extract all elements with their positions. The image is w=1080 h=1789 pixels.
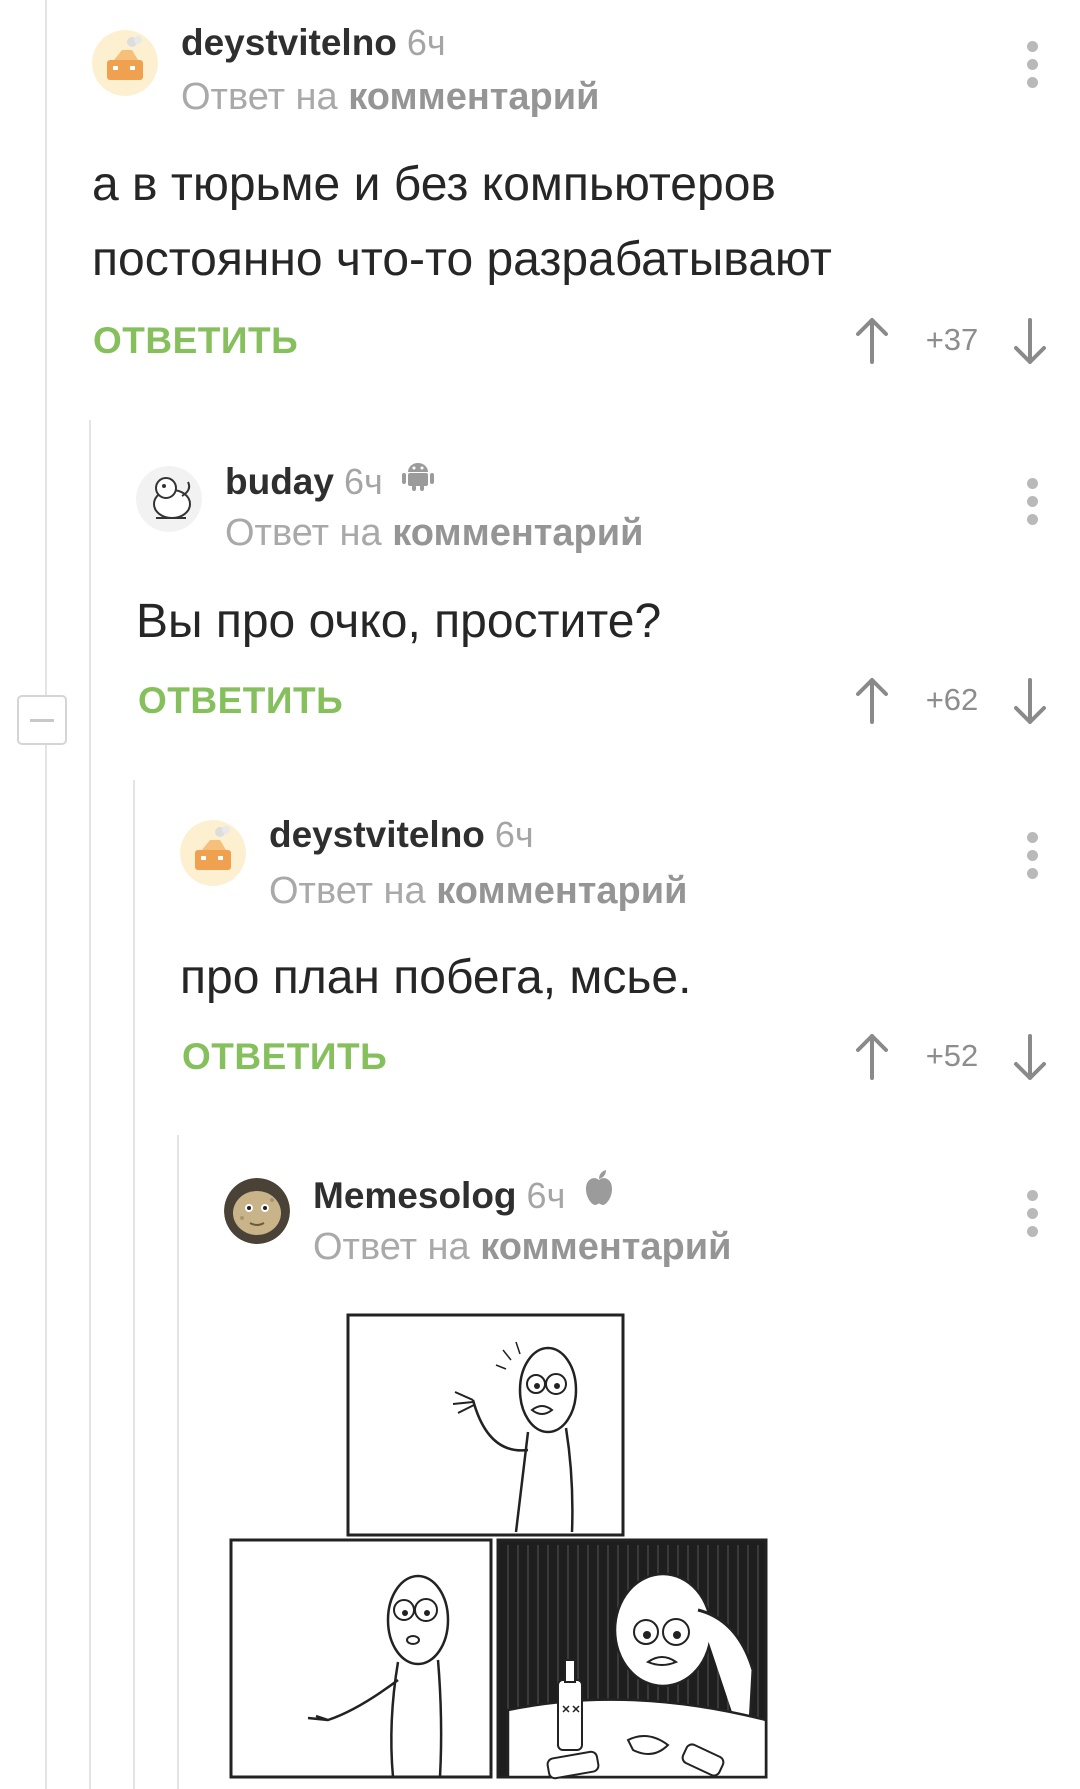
thread-line-level-1: [89, 420, 91, 1789]
vote-controls: +37: [852, 316, 1052, 366]
reply-button[interactable]: ОТВЕТИТЬ: [138, 680, 343, 722]
thread-line-level-2: [133, 780, 135, 1789]
comment-author[interactable]: deystvitelno 6ч: [181, 22, 446, 64]
upvote-arrow-icon[interactable]: [852, 1032, 892, 1082]
comment-time: 6ч: [343, 461, 383, 502]
comment-time: 6ч: [526, 1175, 566, 1216]
android-icon: [401, 458, 435, 501]
comment-text: а в тюрьме и без компьютеров постоянно ч…: [92, 158, 832, 286]
downvote-arrow-icon[interactable]: [1010, 676, 1050, 726]
comment-score: +52: [925, 1038, 979, 1073]
avatar[interactable]: [224, 1178, 290, 1244]
vote-controls: +52: [852, 1032, 1052, 1082]
reply-to-link[interactable]: Ответ на комментарий: [313, 1226, 731, 1269]
comment-author[interactable]: buday 6ч: [225, 458, 435, 503]
thread-line-level-3: [177, 1135, 179, 1789]
downvote-arrow-icon[interactable]: [1010, 1032, 1050, 1082]
more-vert-icon[interactable]: [1026, 41, 1040, 95]
avatar[interactable]: [92, 30, 158, 96]
more-vert-icon[interactable]: [1026, 832, 1040, 886]
more-vert-icon[interactable]: [1026, 1190, 1040, 1244]
avatar[interactable]: [180, 820, 246, 886]
more-vert-icon[interactable]: [1026, 478, 1040, 532]
reply-to-link[interactable]: Ответ на комментарий: [269, 870, 687, 913]
comment-author[interactable]: Memesolog 6ч: [313, 1170, 615, 1217]
comment-text: про план побега, мсье.: [180, 951, 692, 1004]
comment-time: 6ч: [494, 814, 534, 855]
comment-time: 6ч: [406, 22, 446, 63]
collapse-thread-icon[interactable]: [17, 695, 67, 745]
rage-comic-meme-image[interactable]: [228, 1310, 768, 1780]
comment-author[interactable]: deystvitelno 6ч: [269, 814, 534, 856]
comment-text: Вы про очко, простите?: [136, 595, 662, 648]
thread-line-level-0: [45, 0, 47, 1789]
vote-controls: +62: [852, 676, 1052, 726]
upvote-arrow-icon[interactable]: [852, 316, 892, 366]
reply-to-link[interactable]: Ответ на комментарий: [181, 76, 599, 119]
reply-to-link[interactable]: Ответ на комментарий: [225, 512, 643, 555]
downvote-arrow-icon[interactable]: [1010, 316, 1050, 366]
upvote-arrow-icon[interactable]: [852, 676, 892, 726]
apple-icon: [583, 1170, 615, 1215]
comment-score: +37: [925, 322, 979, 357]
reply-button[interactable]: ОТВЕТИТЬ: [182, 1036, 387, 1078]
reply-button[interactable]: ОТВЕТИТЬ: [93, 320, 298, 362]
avatar[interactable]: [136, 466, 202, 532]
comment-score: +62: [925, 682, 979, 717]
